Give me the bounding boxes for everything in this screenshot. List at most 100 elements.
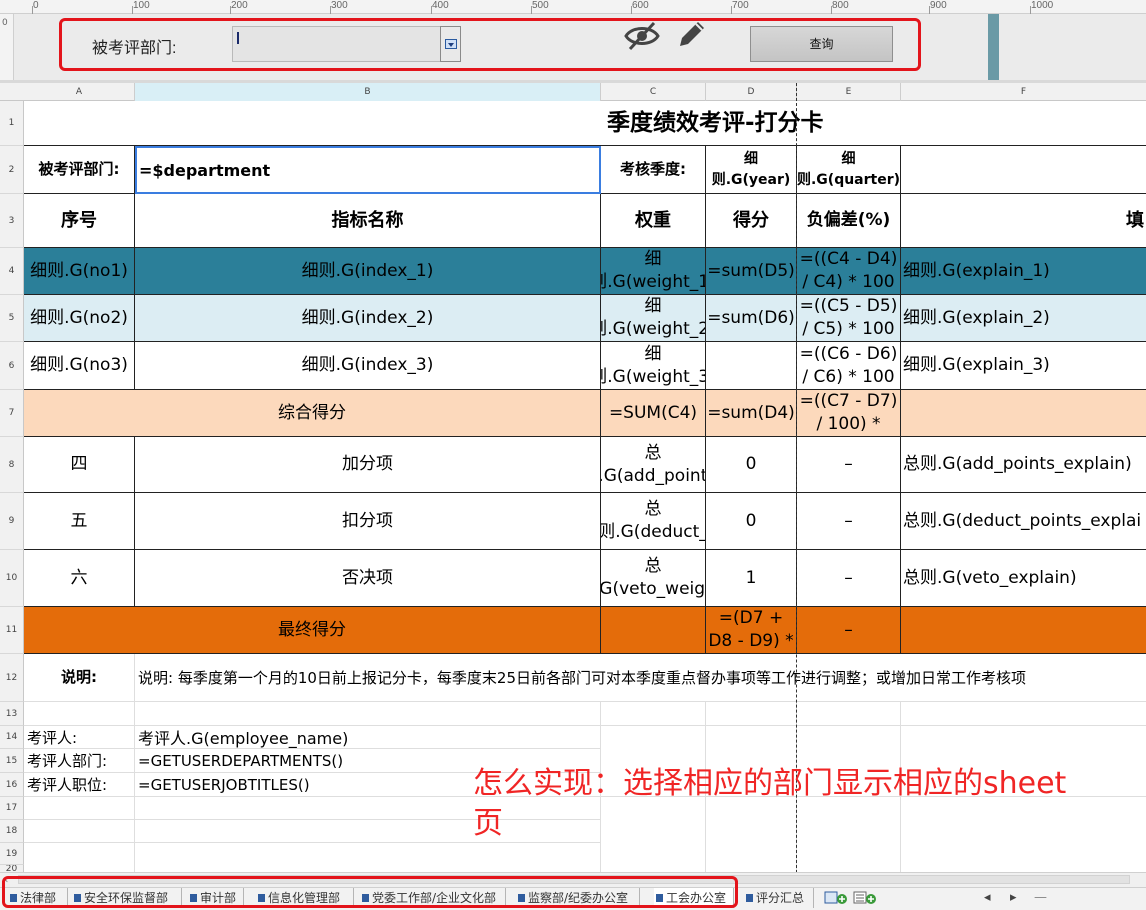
row-header[interactable]: 14 xyxy=(0,726,24,749)
row-header[interactable]: 10 xyxy=(0,550,24,607)
column-header-e[interactable]: E xyxy=(797,83,901,101)
cell-b14[interactable]: 考评人.G(employee_name) xyxy=(135,726,601,749)
cell-c7[interactable]: =SUM(C4) xyxy=(601,390,706,437)
cell-c2[interactable]: 考核季度: xyxy=(601,146,706,194)
row-header[interactable]: 13 xyxy=(0,702,24,726)
zoom-slider-icon[interactable]: — xyxy=(1034,890,1047,905)
row-header[interactable]: 12 xyxy=(0,654,24,702)
column-header-d[interactable]: D xyxy=(706,83,797,101)
row-header[interactable]: 5 xyxy=(0,295,24,342)
row-header[interactable]: 16 xyxy=(0,773,24,797)
row-header[interactable]: 15 xyxy=(0,749,24,773)
add-sheet-icon[interactable] xyxy=(824,891,848,905)
scroll-right-icon[interactable]: ▸ xyxy=(1010,890,1017,905)
cell-e7[interactable]: =((C7 - D7) / 100) * xyxy=(797,390,901,437)
cell-b10[interactable]: 否决项 xyxy=(135,550,601,607)
cell-a14[interactable]: 考评人: xyxy=(24,726,135,749)
cell-ab11-final[interactable]: 最终得分 xyxy=(24,607,601,654)
cell-a12[interactable]: 说明: xyxy=(24,654,135,702)
header-indicator-name[interactable]: 指标名称 xyxy=(135,194,601,248)
cell-b12-note[interactable]: 说明: 每季度第一个月的10日前上报记分卡，每季度末25日前各部门可对本季度重点… xyxy=(135,654,1146,702)
cell-f10[interactable]: 总则.G(veto_explain) xyxy=(901,550,1146,607)
row-header[interactable]: 17 xyxy=(0,797,24,820)
header-index[interactable]: 序号 xyxy=(24,194,135,248)
cell-f2[interactable] xyxy=(901,146,1146,194)
cell-a15[interactable]: 考评人部门: xyxy=(24,749,135,773)
cell-b6[interactable]: 细则.G(index_3) xyxy=(135,342,601,390)
cell-d7[interactable]: =sum(D4) xyxy=(706,390,797,437)
cell-e13[interactable] xyxy=(797,702,901,726)
header-weight[interactable]: 权重 xyxy=(601,194,706,248)
row-header[interactable]: 18 xyxy=(0,820,24,843)
row-header[interactable]: 4 xyxy=(0,248,24,295)
column-header-a[interactable]: A xyxy=(24,83,135,101)
cell-c10[interactable]: 总则.G(veto_weight) xyxy=(601,550,706,607)
empty-cell[interactable] xyxy=(24,843,135,873)
cell-f4[interactable]: 细则.G(explain_1) xyxy=(901,248,1146,295)
cell-e4[interactable]: =((C4 - D4) / C4) * 100 xyxy=(797,248,901,295)
cell-d13[interactable] xyxy=(706,702,797,726)
column-header-f[interactable]: F xyxy=(901,83,1146,101)
cell-b8[interactable]: 加分项 xyxy=(135,437,601,493)
empty-cell[interactable] xyxy=(24,820,135,843)
cell-b2-selected[interactable]: =$department xyxy=(135,146,601,194)
cell-e2[interactable]: 细则.G(quarter) xyxy=(797,146,901,194)
header-fill[interactable]: 填 xyxy=(901,194,1146,248)
header-negative-deviation[interactable]: 负偏差(%) xyxy=(797,194,901,248)
cell-c11[interactable] xyxy=(601,607,706,654)
cell-e9[interactable]: – xyxy=(797,493,901,550)
cell-f5[interactable]: 细则.G(explain_2) xyxy=(901,295,1146,342)
cell-a16[interactable]: 考评人职位: xyxy=(24,773,135,797)
cell-d5[interactable]: =sum(D6) xyxy=(706,295,797,342)
cell-ab7-composite[interactable]: 综合得分 xyxy=(24,390,601,437)
cell-d4[interactable]: =sum(D5) xyxy=(706,248,797,295)
row-header[interactable]: 11 xyxy=(0,607,24,654)
cell-a5[interactable]: 细则.G(no2) xyxy=(24,295,135,342)
row-header[interactable]: 19 xyxy=(0,843,24,865)
cell-a2[interactable]: 被考评部门: xyxy=(24,146,135,194)
cell-d2[interactable]: 细则.G(year) xyxy=(706,146,797,194)
cell-a4[interactable]: 细则.G(no1) xyxy=(24,248,135,295)
cell-a8[interactable]: 四 xyxy=(24,437,135,493)
row-header[interactable]: 8 xyxy=(0,437,24,493)
cell-f9[interactable]: 总则.G(deduct_points_explai xyxy=(901,493,1146,550)
cell-c9[interactable]: 总则.G(deduct_ xyxy=(601,493,706,550)
cell-f11[interactable] xyxy=(901,607,1146,654)
cell-f13[interactable] xyxy=(901,702,1146,726)
empty-cell[interactable] xyxy=(135,843,601,873)
row-header[interactable]: 1 xyxy=(0,101,24,146)
cell-a10[interactable]: 六 xyxy=(24,550,135,607)
cell-c6[interactable]: 细则.G(weight_3) xyxy=(601,342,706,390)
cell-c13[interactable] xyxy=(601,702,706,726)
sheet-menu-icon[interactable] xyxy=(853,891,877,905)
sheet-title[interactable]: 季度绩效考评-打分卡 xyxy=(24,101,1146,146)
row-header[interactable]: 3 xyxy=(0,194,24,248)
cell-f7[interactable] xyxy=(901,390,1146,437)
cell-d8[interactable]: 0 xyxy=(706,437,797,493)
cell-e6[interactable]: =((C6 - D6) / C6) * 100 xyxy=(797,342,901,390)
cell-e5[interactable]: =((C5 - D5) / C5) * 100 xyxy=(797,295,901,342)
column-header-c[interactable]: C xyxy=(601,83,706,101)
cell-b9[interactable]: 扣分项 xyxy=(135,493,601,550)
cell-d11[interactable]: =(D7 + D8 - D9) * xyxy=(706,607,797,654)
row-header[interactable]: 2 xyxy=(0,146,24,194)
cell-e11[interactable]: – xyxy=(797,607,901,654)
cell-a9[interactable]: 五 xyxy=(24,493,135,550)
cell-e8[interactable]: – xyxy=(797,437,901,493)
cell-c4[interactable]: 细则.G(weight_1) xyxy=(601,248,706,295)
cell-b13[interactable] xyxy=(135,702,601,726)
cell-c8[interactable]: 总则.G(add_points_ xyxy=(601,437,706,493)
row-header[interactable]: 9 xyxy=(0,493,24,550)
column-header-b[interactable]: B xyxy=(135,83,601,101)
cell-d10[interactable]: 1 xyxy=(706,550,797,607)
row-header[interactable]: 7 xyxy=(0,390,24,437)
cell-a6[interactable]: 细则.G(no3) xyxy=(24,342,135,390)
cell-b4[interactable]: 细则.G(index_1) xyxy=(135,248,601,295)
cell-d6[interactable] xyxy=(706,342,797,390)
row-header[interactable]: 6 xyxy=(0,342,24,390)
header-score[interactable]: 得分 xyxy=(706,194,797,248)
scroll-left-icon[interactable]: ◂ xyxy=(984,890,991,905)
cell-f8[interactable]: 总则.G(add_points_explain) xyxy=(901,437,1146,493)
cell-f6[interactable]: 细则.G(explain_3) xyxy=(901,342,1146,390)
cell-c5[interactable]: 细则.G(weight_2) xyxy=(601,295,706,342)
